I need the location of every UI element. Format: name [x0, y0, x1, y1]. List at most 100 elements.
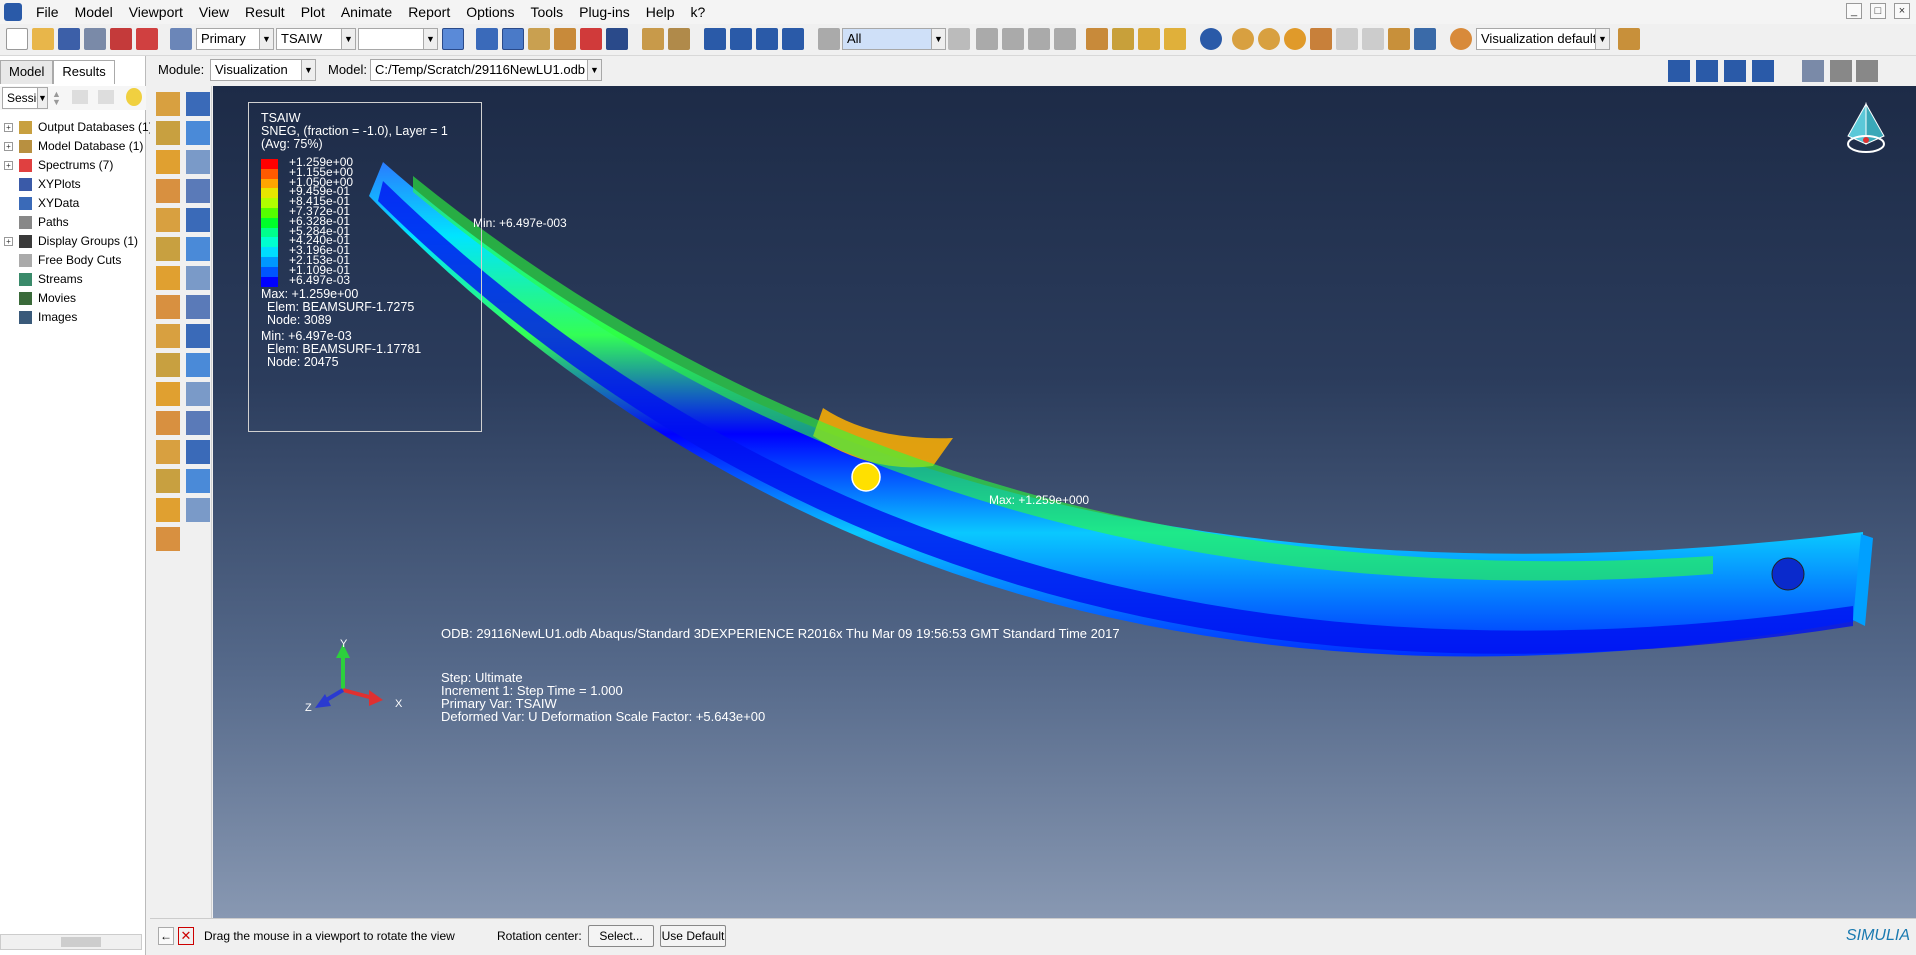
toolbox-tool-icon[interactable]: [156, 179, 180, 203]
magnify-icon[interactable]: [528, 28, 550, 50]
app-icon[interactable]: [4, 3, 22, 21]
tree-item[interactable]: Images: [0, 308, 146, 327]
movie-camera-icon[interactable]: [1856, 60, 1878, 82]
view-cube[interactable]: [1836, 96, 1896, 166]
expand-toggle-icon[interactable]: +: [4, 142, 13, 151]
tree-item[interactable]: Free Body Cuts: [0, 251, 146, 270]
info-icon[interactable]: [1200, 28, 1222, 50]
next-frame-icon[interactable]: [756, 28, 778, 50]
camera-icon[interactable]: [1830, 60, 1852, 82]
save-icon[interactable]: [58, 28, 80, 50]
minimize-icon[interactable]: _: [1846, 3, 1862, 19]
tree-item[interactable]: XYPlots: [0, 175, 146, 194]
toolbox-tool-icon[interactable]: [156, 295, 180, 319]
first-frame-icon[interactable]: [704, 28, 726, 50]
intersect-icon[interactable]: [1054, 28, 1076, 50]
cancel-x-icon[interactable]: ✕: [178, 927, 194, 945]
sort-icon[interactable]: ▲ ▼: [52, 90, 62, 107]
toolbox-tool-icon[interactable]: [156, 324, 180, 348]
toolbox-tool-icon[interactable]: [186, 382, 210, 406]
add-icon[interactable]: [1002, 28, 1024, 50]
toolbox-tool-icon[interactable]: [186, 179, 210, 203]
toolbox-tool-icon[interactable]: [186, 469, 210, 493]
expand-icon[interactable]: [72, 90, 88, 104]
menu-result[interactable]: Result: [237, 0, 293, 24]
tab-model[interactable]: Model: [0, 60, 54, 84]
palette-icon[interactable]: [1450, 28, 1472, 50]
horizontal-scrollbar[interactable]: [0, 934, 142, 950]
print-icon[interactable]: [84, 28, 106, 50]
selection-filter-select[interactable]: All ▼: [842, 28, 946, 50]
query-icon[interactable]: [1310, 28, 1332, 50]
ladder-icon[interactable]: [668, 28, 690, 50]
toolbox-tool-icon[interactable]: [156, 382, 180, 406]
display-options-icon[interactable]: [1414, 28, 1436, 50]
menu-viewport[interactable]: Viewport: [121, 0, 191, 24]
step-select[interactable]: Primary ▼: [196, 28, 274, 50]
color-code-icon[interactable]: [1388, 28, 1410, 50]
bulb-icon[interactable]: [126, 88, 142, 106]
view-manipulation-icon[interactable]: [1618, 28, 1640, 50]
remove-icon[interactable]: [1028, 28, 1050, 50]
menu-plugins[interactable]: Plug-ins: [571, 0, 638, 24]
tree-item[interactable]: + Spectrums (7): [0, 156, 146, 175]
toolbox-tool-icon[interactable]: [156, 411, 180, 435]
variable-select[interactable]: TSAIW ▼: [276, 28, 356, 50]
expand-toggle-icon[interactable]: +: [4, 161, 13, 170]
field-output-icon[interactable]: [170, 28, 192, 50]
new-icon[interactable]: [6, 28, 28, 50]
menu-model[interactable]: Model: [67, 0, 121, 24]
toolbox-tool-icon[interactable]: [156, 150, 180, 174]
toolbox-tool-icon[interactable]: [156, 266, 180, 290]
animation-options-icon[interactable]: [1802, 60, 1824, 82]
sync-icon[interactable]: [442, 28, 464, 50]
toolbox-tool-icon[interactable]: [186, 324, 210, 348]
rotate-icon[interactable]: [502, 28, 524, 50]
toolbox-tool-icon[interactable]: [156, 469, 180, 493]
tree-item[interactable]: XYData: [0, 194, 146, 213]
toolbox-tool-icon[interactable]: [156, 353, 180, 377]
toolbox-tool-icon[interactable]: [186, 208, 210, 232]
toolbox-tool-icon[interactable]: [186, 295, 210, 319]
tree-item[interactable]: Streams: [0, 270, 146, 289]
ruler-icon[interactable]: [642, 28, 664, 50]
light-icon[interactable]: [1284, 28, 1306, 50]
use-default-button[interactable]: Use Default: [660, 925, 726, 947]
select-options-icon[interactable]: [948, 28, 970, 50]
collapse-icon[interactable]: [98, 90, 114, 104]
menu-options[interactable]: Options: [458, 0, 522, 24]
menu-animate[interactable]: Animate: [333, 0, 400, 24]
overlay-icon[interactable]: [1232, 28, 1254, 50]
tree-item[interactable]: + Output Databases (1): [0, 118, 153, 137]
component-select[interactable]: ▼: [358, 28, 438, 50]
toolbox-tool-icon[interactable]: [156, 237, 180, 261]
toolbox-tool-icon[interactable]: [186, 92, 210, 116]
pick-arrow-icon[interactable]: [818, 28, 840, 50]
toolbox-tool-icon[interactable]: [186, 440, 210, 464]
menu-help[interactable]: Help: [638, 0, 683, 24]
box-zoom-icon[interactable]: [554, 28, 576, 50]
toolbox-tool-icon[interactable]: [186, 498, 210, 522]
toolbox-tool-icon[interactable]: [156, 92, 180, 116]
render-shaded-icon[interactable]: [1164, 28, 1186, 50]
menu-view[interactable]: View: [191, 0, 237, 24]
auto-fit-icon[interactable]: [580, 28, 602, 50]
last-frame-icon[interactable]: [1752, 60, 1774, 82]
toolbox-tool-icon[interactable]: [186, 353, 210, 377]
restore-icon[interactable]: □: [1870, 3, 1886, 19]
toolbox-tool-icon[interactable]: [186, 150, 210, 174]
first-frame-icon[interactable]: [1668, 60, 1690, 82]
render-wire-icon[interactable]: [1086, 28, 1108, 50]
tree-item[interactable]: Paths: [0, 213, 146, 232]
session-select[interactable]: Sessio ▼: [2, 87, 48, 109]
menu-file[interactable]: File: [28, 0, 67, 24]
toolbox-tool-icon[interactable]: [186, 237, 210, 261]
replace-icon[interactable]: [976, 28, 998, 50]
redo-icon[interactable]: [1362, 28, 1384, 50]
undo-icon[interactable]: [1336, 28, 1358, 50]
toolbox-tool-icon[interactable]: [186, 266, 210, 290]
expand-toggle-icon[interactable]: +: [4, 123, 13, 132]
tree-item[interactable]: Movies: [0, 289, 146, 308]
open-icon[interactable]: [32, 28, 54, 50]
odb-stack-icon[interactable]: [136, 28, 158, 50]
